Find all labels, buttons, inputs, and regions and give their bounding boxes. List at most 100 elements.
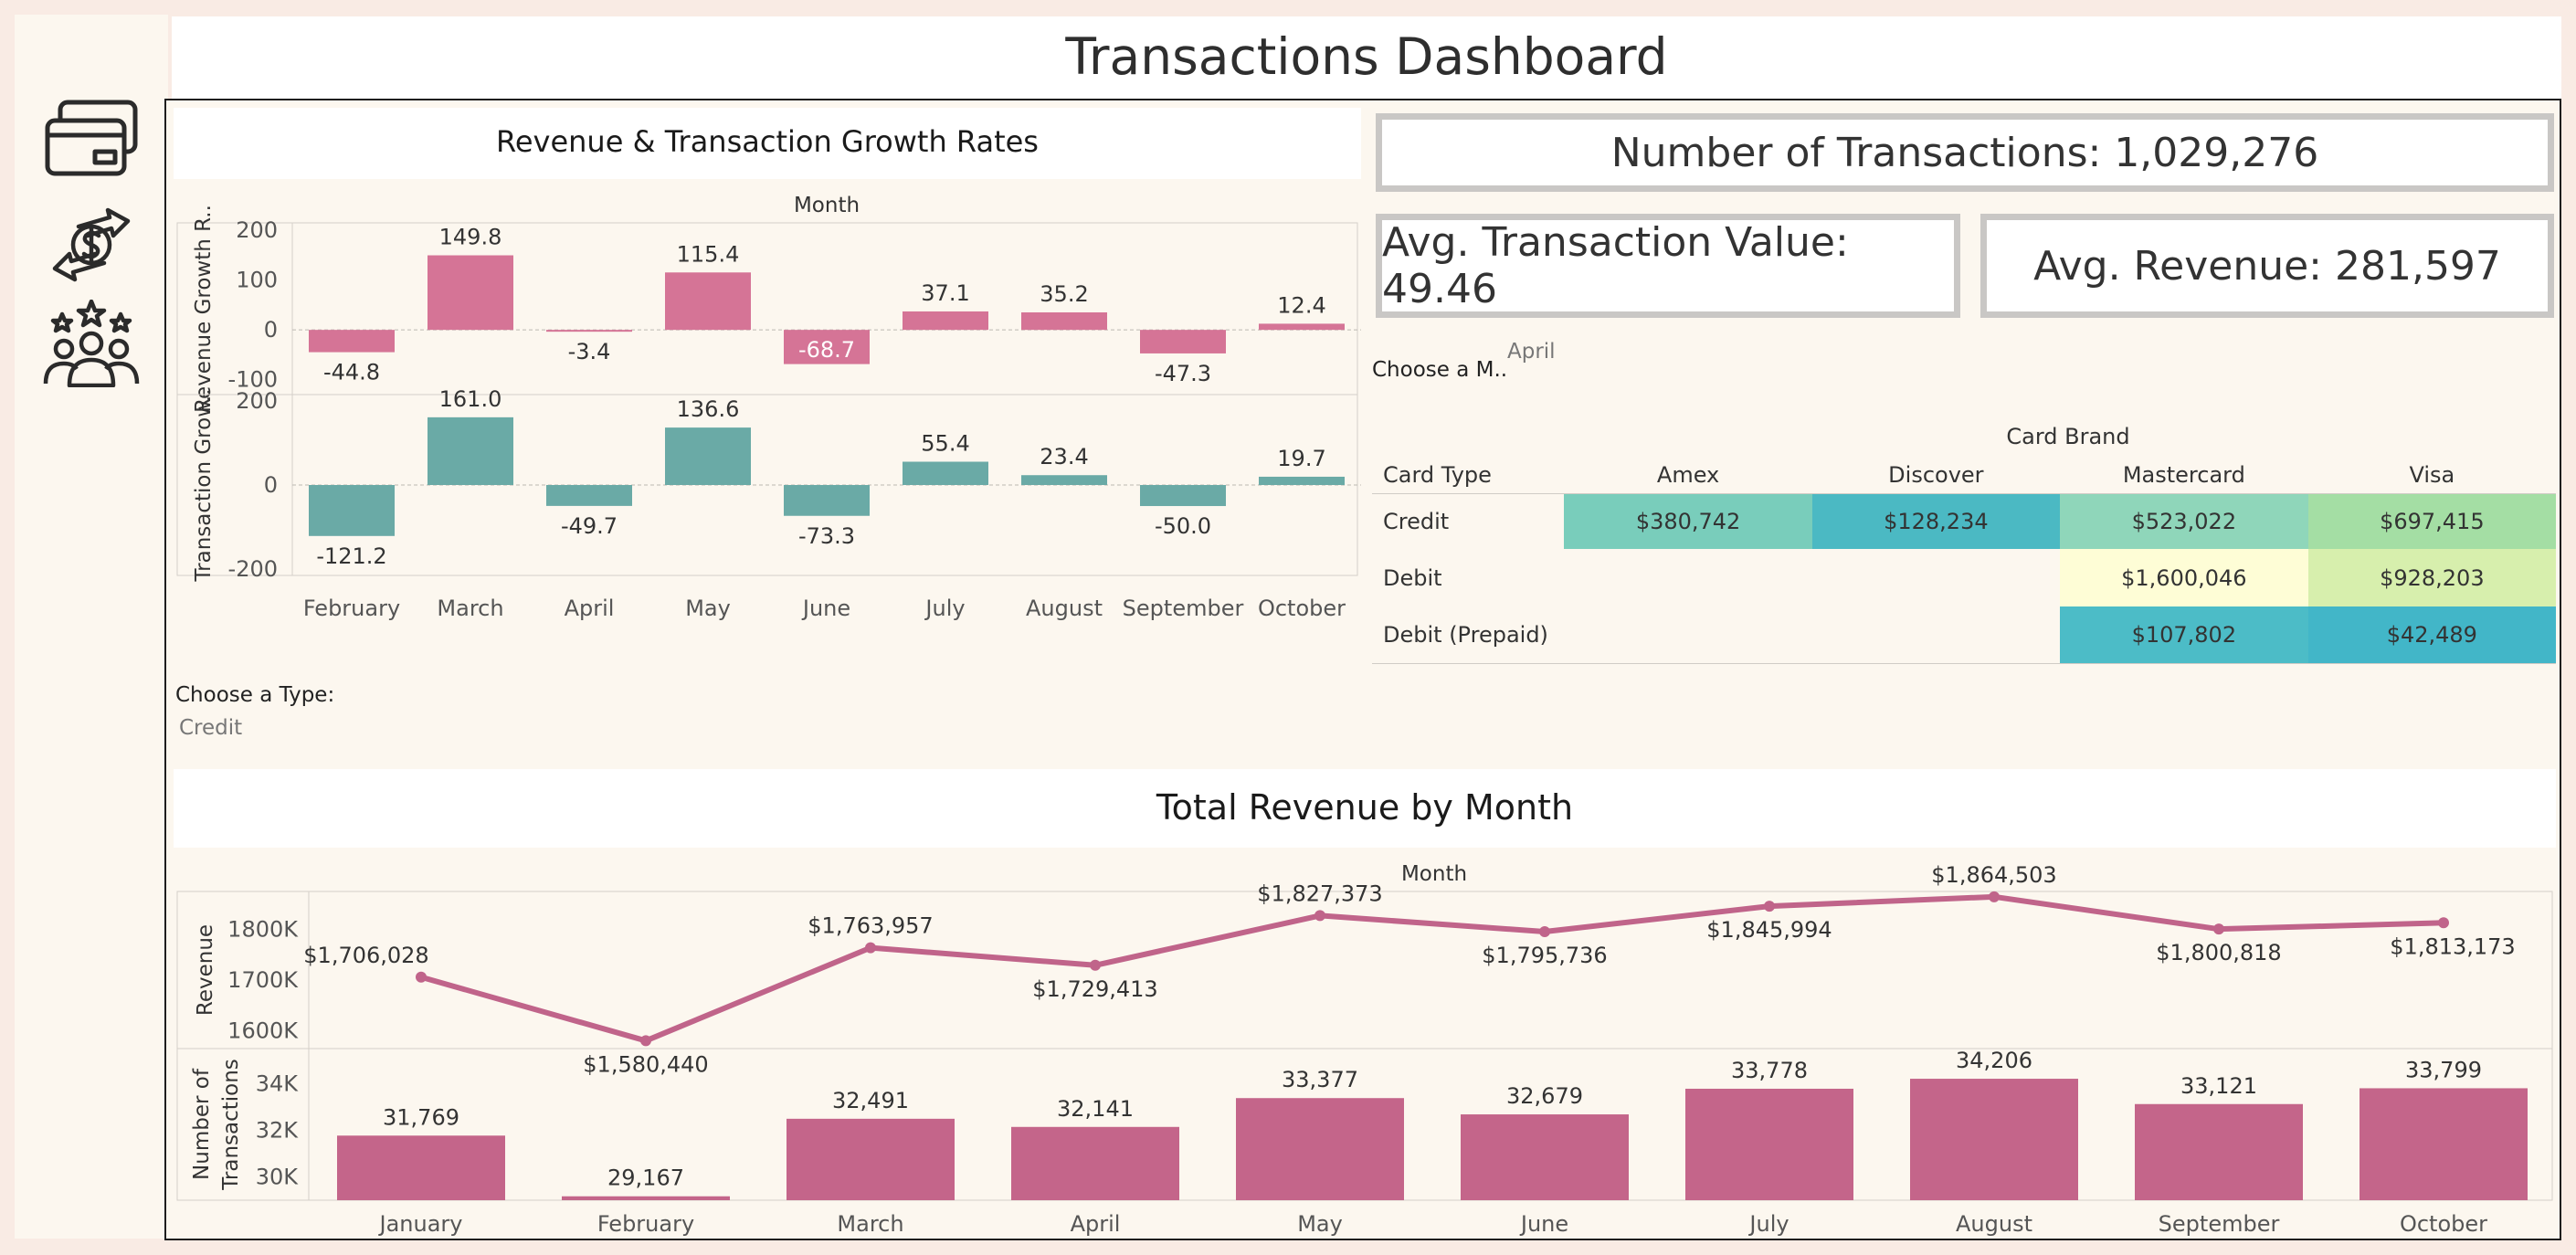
growth-data-label: -44.8 [323, 360, 380, 385]
revenue-y-tick-label: 1600K [227, 1018, 299, 1044]
growth-x-tick-label: April [565, 596, 615, 621]
growth-x-tick-label: June [801, 596, 850, 621]
transactions-bar [1461, 1114, 1629, 1200]
col-header-discover: Discover [1888, 461, 1984, 488]
transactions-bar [1910, 1079, 2078, 1200]
growth-x-tick-label: September [1123, 596, 1244, 621]
growth-y-axis-label: Transaction Grow.. [192, 388, 216, 582]
transactions-bar [1011, 1126, 1179, 1200]
kpi-avg-revenue: Avg. Revenue: 281,597 [1980, 214, 2554, 318]
revenue-point [640, 1035, 651, 1047]
heatmap-cell [1812, 606, 2060, 663]
growth-data-label: 12.4 [1277, 292, 1325, 318]
revenue-data-label: $1,580,440 [583, 1051, 708, 1077]
heatmap-cell[interactable]: $1,600,046 [2060, 549, 2308, 606]
heatmap-cell[interactable]: $523,022 [2060, 493, 2308, 549]
heatmap-cell[interactable]: $128,234 [1811, 493, 2060, 549]
heatmap-cell[interactable]: $42,489 [2307, 606, 2556, 663]
revenue-data-label: $1,706,028 [303, 943, 428, 968]
revenue-point [2438, 917, 2449, 929]
heatmap-row-credit: Credit $380,742 $128,234 $523,022 $697,4… [1372, 493, 2556, 549]
growth-bar [309, 330, 395, 353]
currency-exchange-icon[interactable] [42, 201, 141, 289]
revenue-x-tick-label: August [1956, 1211, 2032, 1237]
growth-bar [784, 485, 870, 516]
revenue-point [1314, 910, 1325, 922]
growth-x-tick-label: October [1258, 596, 1346, 621]
revenue-x-tick-label: January [378, 1211, 463, 1237]
heatmap-cell[interactable]: $928,203 [2307, 549, 2556, 606]
transactions-data-label: 33,377 [1282, 1067, 1358, 1092]
revenue-x-tick-label: March [837, 1211, 903, 1237]
kpi-avg-transaction-value: Avg. Transaction Value: 49.46 [1376, 214, 1960, 318]
growth-data-label: -49.7 [561, 513, 618, 539]
transactions-y-tick-label: 34K [256, 1070, 300, 1096]
card-brand-heatmap: Card Type Amex Discover Mastercard Visa … [1372, 457, 2556, 664]
month-filter-value[interactable]: April [1507, 340, 1556, 364]
revenue-data-label: $1,813,173 [2390, 933, 2515, 959]
kpi-transactions-text: Number of Transactions: 1,029,276 [1610, 129, 2319, 176]
customer-rating-icon[interactable] [42, 300, 141, 387]
revenue-y-tick-label: 1800K [227, 917, 299, 943]
growth-bar [1259, 476, 1345, 485]
kpi-avg-value-text: Avg. Transaction Value: 49.46 [1382, 219, 1849, 312]
dashboard-frame: Revenue & Transaction Growth Rates Month… [164, 99, 2561, 1240]
revenue-point [416, 971, 427, 983]
revenue-point [2213, 923, 2224, 935]
revenue-x-tick-label: June [1519, 1211, 1568, 1237]
transactions-bar [1685, 1088, 1853, 1200]
heatmap-row-debit: Debit $1,600,046 $928,203 [1372, 549, 2556, 606]
revenue-data-label: $1,763,957 [808, 913, 933, 939]
growth-y-tick-label: 200 [236, 217, 278, 243]
col-header-amex: Amex [1656, 461, 1720, 488]
heatmap-cell [1564, 549, 1811, 606]
revenue-y-axis-label: Revenue [194, 924, 217, 1016]
growth-data-label: 37.1 [921, 280, 969, 306]
growth-data-label: -50.0 [1155, 513, 1211, 539]
revenue-month-header: Month [1401, 862, 1467, 886]
type-filter-label: Choose a Type: [175, 683, 335, 707]
growth-bar [1259, 323, 1345, 331]
transactions-bar [2360, 1088, 2528, 1200]
transactions-bar [787, 1118, 955, 1200]
revenue-data-label: $1,845,994 [1706, 917, 1832, 943]
revenue-chart-title: Total Revenue by Month [1156, 787, 1574, 828]
growth-data-label: 19.7 [1277, 446, 1325, 471]
col-header-mastercard: Mastercard [2122, 461, 2245, 488]
revenue-x-tick-label: September [2159, 1211, 2280, 1237]
credit-card-icon[interactable] [42, 95, 141, 183]
revenue-data-label: $1,800,818 [2156, 940, 2281, 965]
growth-x-tick-label: May [685, 596, 731, 621]
growth-header-bg [174, 179, 1361, 223]
revenue-point [1539, 925, 1550, 937]
month-filter-label: Choose a M.. [1372, 358, 1508, 382]
growth-data-label: 161.0 [439, 386, 502, 412]
revenue-data-label: $1,827,373 [1257, 881, 1382, 906]
heatmap-cell[interactable]: $697,415 [2307, 493, 2556, 549]
revenue-data-label: $1,864,503 [1931, 862, 2056, 888]
revenue-y-tick-label: 1700K [227, 967, 299, 993]
growth-chart-title: Revenue & Transaction Growth Rates [496, 124, 1039, 159]
heatmap-cell[interactable]: $380,742 [1564, 493, 1812, 549]
revenue-x-tick-label: July [1747, 1211, 1789, 1237]
growth-data-label: 35.2 [1040, 281, 1088, 307]
transactions-y-axis-label-line2: Transactions [219, 1059, 243, 1191]
growth-bar [1021, 475, 1107, 485]
revenue-point [1989, 891, 2000, 902]
sidebar [15, 15, 168, 1239]
growth-x-tick-label: July [924, 596, 965, 621]
transactions-data-label: 32,679 [1506, 1083, 1583, 1109]
type-filter-value[interactable]: Credit [179, 716, 242, 740]
heatmap-cell[interactable]: $107,802 [2060, 606, 2308, 663]
growth-y-axis-label: Revenue Growth R.. [192, 205, 216, 413]
heatmap-cell [1564, 606, 1811, 663]
transactions-bar [562, 1196, 730, 1200]
transactions-data-label: 32,491 [832, 1088, 909, 1113]
growth-data-label: 115.4 [677, 241, 740, 267]
col-header-visa: Visa [2409, 461, 2455, 488]
transactions-data-label: 34,206 [1956, 1048, 2032, 1073]
row-label: Debit [1383, 564, 1442, 591]
revenue-x-tick-label: April [1071, 1211, 1121, 1237]
growth-bar [903, 311, 988, 331]
row-label: Debit (Prepaid) [1383, 621, 1548, 648]
